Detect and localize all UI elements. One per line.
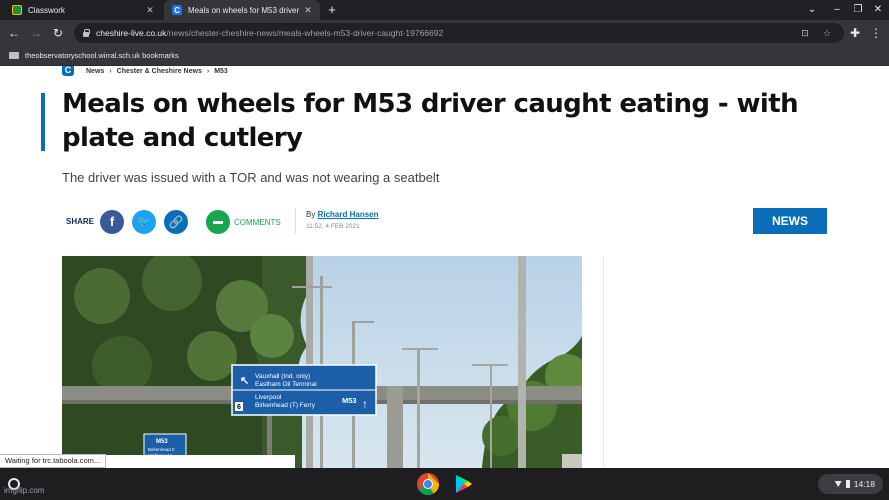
minimize-button[interactable]: –	[828, 2, 846, 18]
close-window-button[interactable]: ✕	[869, 2, 887, 18]
status-bubble: Waiting for trc.taboola.com...	[0, 454, 107, 468]
motorway-photo: ↖ Vauxhall (Ind. only) Eastham Oil Termi…	[62, 256, 582, 468]
url-path: /news/chester-cheshire-news/meals-wheels…	[166, 28, 444, 38]
tab-title: Meals on wheels for M53 driver	[188, 5, 300, 15]
share-label: SHARE	[66, 217, 95, 226]
bookmark-star-icon[interactable]: ☆	[820, 26, 834, 40]
reload-button[interactable]: ↻	[50, 25, 66, 41]
byline-prefix: By	[306, 210, 316, 219]
twitter-icon[interactable]: 🐦	[132, 210, 156, 234]
chevron-right-icon: ›	[109, 67, 112, 75]
folder-icon	[9, 52, 19, 59]
play-store-icon[interactable]	[451, 472, 475, 496]
author-link[interactable]: Richard Hansen	[318, 210, 379, 219]
news-badge[interactable]: NEWS	[753, 208, 827, 234]
new-tab-button[interactable]: +	[324, 2, 340, 18]
tab-meals-on-wheels[interactable]: C Meals on wheels for M53 driver ✕	[164, 0, 320, 20]
watermark: imgflip.com	[4, 486, 45, 495]
tab-search-icon[interactable]: ⌄	[803, 2, 821, 18]
wifi-icon	[834, 481, 842, 487]
svg-text:↖: ↖	[240, 375, 249, 387]
tab-classwork[interactable]: Classwork ✕	[4, 0, 162, 20]
extensions-icon[interactable]: ✚	[847, 25, 863, 41]
bookmark-folder[interactable]: theobservatoryschool.wirral.sch.uk bookm…	[25, 51, 179, 60]
forward-button[interactable]: →	[28, 25, 44, 41]
close-icon[interactable]: ✕	[302, 5, 314, 16]
cheshire-live-logo[interactable]: C	[62, 66, 74, 76]
article-standfirst: The driver was issued with a TOR and was…	[62, 170, 440, 185]
article-headline: Meals on wheels for M53 driver caught ea…	[62, 89, 799, 153]
url-host: cheshire-live.co.uk	[96, 28, 167, 38]
hero-image[interactable]: ↖ Vauxhall (Ind. only) Eastham Oil Termi…	[62, 256, 582, 468]
chevron-right-icon: ›	[206, 67, 210, 75]
breadcrumb-m53[interactable]: M53	[214, 68, 228, 75]
small-sign-road: M53	[156, 439, 168, 445]
tab-title: Classwork	[28, 5, 65, 15]
browser-toolbar: ← → ↻ cheshire-live.co.uk/news/chester-c…	[0, 20, 889, 46]
sign-line-3: Liverpool	[255, 394, 282, 401]
google-classroom-icon	[12, 5, 22, 15]
web-page: C News › Chester & Cheshire News › M53 M…	[0, 66, 889, 468]
breadcrumb: C News › Chester & Cheshire News › M53	[62, 66, 228, 76]
headline-accent-bar	[41, 93, 45, 151]
sign-line-4: Birkenhead (T) Ferry	[255, 402, 316, 409]
share-row: SHARE f 🐦 🔗 ▬ COMMENTS By Richard Hansen…	[62, 208, 832, 238]
battery-icon	[845, 480, 850, 488]
timestamp: 11:52, 4 FEB 2021	[306, 223, 360, 230]
link-icon[interactable]: 🔗	[164, 210, 188, 234]
back-button[interactable]: ←	[6, 25, 22, 41]
svg-text:↑: ↑	[362, 397, 368, 411]
address-bar[interactable]: cheshire-live.co.uk/news/chester-cheshir…	[74, 23, 844, 43]
byline: By Richard Hansen	[306, 210, 378, 219]
comments-icon[interactable]: ▬	[206, 210, 230, 234]
junction-number: 6	[237, 404, 241, 411]
breadcrumb-news[interactable]: News	[86, 68, 104, 75]
cheshire-live-icon: C	[172, 5, 182, 15]
breadcrumb-chester[interactable]: Chester & Cheshire News	[117, 68, 202, 75]
sidebar-divider	[603, 256, 604, 468]
bookmarks-bar: theobservatoryschool.wirral.sch.uk bookm…	[0, 46, 889, 66]
os-shelf: imgflip.com 14:18	[0, 468, 889, 500]
system-tray[interactable]: 14:18	[818, 474, 883, 494]
tab-strip: Classwork ✕ C Meals on wheels for M53 dr…	[0, 0, 889, 20]
close-icon[interactable]: ✕	[144, 5, 156, 16]
sign-line-1: Vauxhall (Ind. only)	[255, 373, 310, 380]
small-sign-line-1: Birkenhead 0	[148, 447, 175, 452]
lock-icon[interactable]	[82, 29, 90, 37]
divider	[295, 208, 296, 234]
restore-button[interactable]: ❐	[849, 2, 867, 18]
comments-link[interactable]: COMMENTS	[234, 218, 281, 227]
sign-line-2: Eastham Oil Terminal	[255, 381, 317, 388]
facebook-icon[interactable]: f	[100, 210, 124, 234]
menu-icon[interactable]: ⋮	[868, 25, 884, 41]
sign-road: M53	[342, 396, 357, 405]
install-app-icon[interactable]: ⊡	[798, 26, 812, 40]
clock: 14:18	[853, 479, 875, 489]
chrome-icon[interactable]	[416, 472, 440, 496]
